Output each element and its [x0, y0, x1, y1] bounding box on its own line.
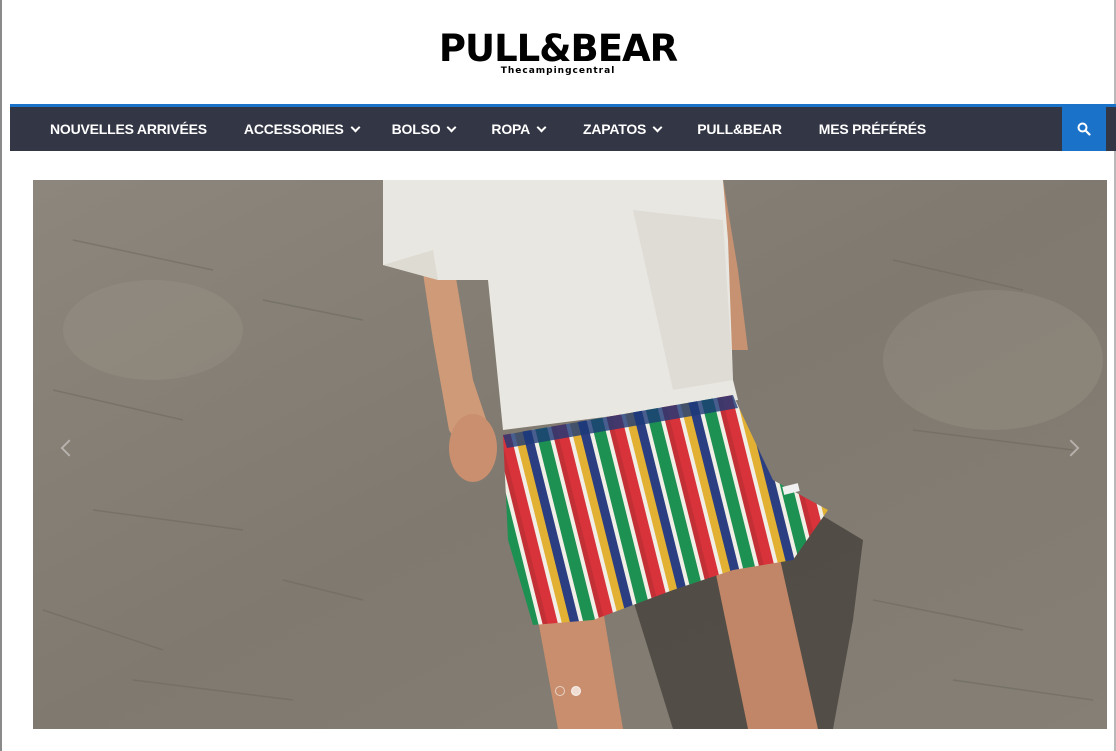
- window-left-edge: [0, 0, 2, 751]
- chevron-down-icon: [350, 122, 361, 132]
- nav-item-label: ZAPATOS: [583, 121, 647, 137]
- nav-item-label: ACCESSORIES: [243, 121, 344, 137]
- slider-pagination: [555, 686, 581, 696]
- nav-item-label: ROPA: [491, 121, 531, 137]
- nav-item-nouvelles-arrivees[interactable]: NOUVELLES ARRIVÉES: [50, 107, 207, 151]
- logo-brand-name: PULL&BEAR: [438, 27, 678, 70]
- site-logo[interactable]: PULL&BEAR Thecampingcentral: [0, 30, 1116, 77]
- slider-dot-2[interactable]: [571, 686, 581, 696]
- chevron-down-icon: [446, 122, 457, 132]
- hero-image: [33, 180, 1107, 729]
- nav-item-label: MES PRÉFÉRÉS: [818, 121, 927, 137]
- nav-item-bolso[interactable]: BOLSO: [391, 107, 457, 151]
- nav-item-mes-preferes[interactable]: MES PRÉFÉRÉS: [819, 107, 926, 151]
- logo-tagline: Thecampingcentral: [500, 66, 616, 76]
- search-button[interactable]: [1062, 107, 1106, 151]
- chevron-down-icon: [536, 122, 547, 132]
- nav-item-accessories[interactable]: ACCESSORIES: [243, 107, 361, 151]
- main-navigation: NOUVELLES ARRIVÉES ACCESSORIES BOLSO ROP…: [10, 104, 1116, 151]
- nav-item-label: NOUVELLES ARRIVÉES: [50, 121, 207, 137]
- nav-item-zapatos[interactable]: ZAPATOS: [583, 107, 663, 151]
- nav-item-ropa[interactable]: ROPA: [491, 107, 547, 151]
- nav-item-label: PULL&BEAR: [697, 121, 782, 137]
- search-icon: [1077, 122, 1091, 136]
- hero-slider[interactable]: [33, 180, 1107, 729]
- site-header: PULL&BEAR Thecampingcentral: [0, 0, 1116, 104]
- nav-item-pull-and-bear[interactable]: PULL&BEAR: [697, 107, 782, 151]
- nav-item-label: BOLSO: [391, 121, 441, 137]
- chevron-down-icon: [652, 122, 663, 132]
- slider-dot-1[interactable]: [555, 686, 565, 696]
